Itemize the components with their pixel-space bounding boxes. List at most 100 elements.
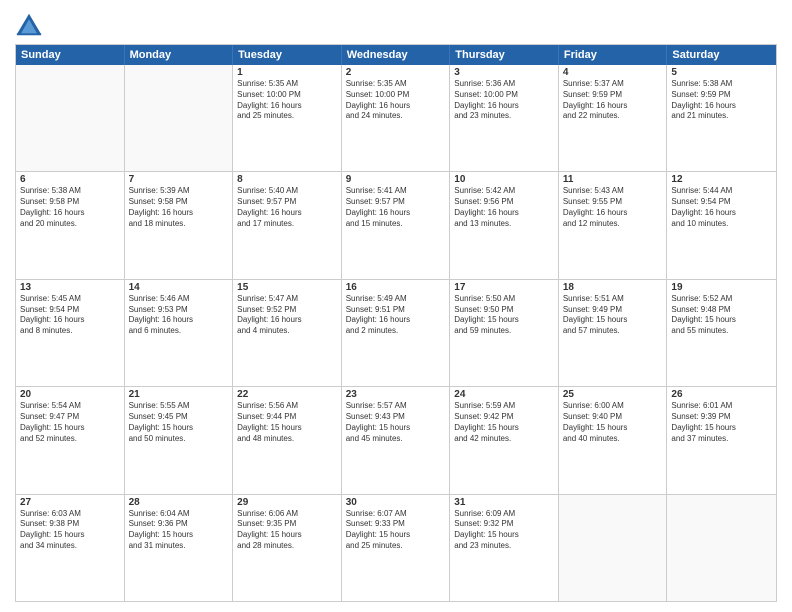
day-number: 16 bbox=[346, 282, 446, 293]
day-number: 5 bbox=[671, 67, 772, 78]
calendar-row: 20Sunrise: 5:54 AM Sunset: 9:47 PM Dayli… bbox=[16, 386, 776, 493]
calendar-cell: 19Sunrise: 5:52 AM Sunset: 9:48 PM Dayli… bbox=[667, 280, 776, 386]
calendar-cell: 22Sunrise: 5:56 AM Sunset: 9:44 PM Dayli… bbox=[233, 387, 342, 493]
calendar-cell: 26Sunrise: 6:01 AM Sunset: 9:39 PM Dayli… bbox=[667, 387, 776, 493]
calendar-row: 1Sunrise: 5:35 AM Sunset: 10:00 PM Dayli… bbox=[16, 65, 776, 171]
day-number: 3 bbox=[454, 67, 554, 78]
weekday-header: Wednesday bbox=[342, 45, 451, 65]
cell-content: Sunrise: 5:38 AM Sunset: 9:58 PM Dayligh… bbox=[20, 186, 120, 229]
calendar-cell: 7Sunrise: 5:39 AM Sunset: 9:58 PM Daylig… bbox=[125, 172, 234, 278]
cell-content: Sunrise: 5:45 AM Sunset: 9:54 PM Dayligh… bbox=[20, 294, 120, 337]
calendar-cell: 21Sunrise: 5:55 AM Sunset: 9:45 PM Dayli… bbox=[125, 387, 234, 493]
calendar-cell: 24Sunrise: 5:59 AM Sunset: 9:42 PM Dayli… bbox=[450, 387, 559, 493]
header bbox=[15, 10, 777, 38]
calendar: SundayMondayTuesdayWednesdayThursdayFrid… bbox=[15, 44, 777, 602]
weekday-header: Saturday bbox=[667, 45, 776, 65]
calendar-cell: 14Sunrise: 5:46 AM Sunset: 9:53 PM Dayli… bbox=[125, 280, 234, 386]
day-number: 30 bbox=[346, 497, 446, 508]
cell-content: Sunrise: 5:38 AM Sunset: 9:59 PM Dayligh… bbox=[671, 79, 772, 122]
calendar-cell: 6Sunrise: 5:38 AM Sunset: 9:58 PM Daylig… bbox=[16, 172, 125, 278]
calendar-cell: 15Sunrise: 5:47 AM Sunset: 9:52 PM Dayli… bbox=[233, 280, 342, 386]
cell-content: Sunrise: 5:56 AM Sunset: 9:44 PM Dayligh… bbox=[237, 401, 337, 444]
day-number: 12 bbox=[671, 174, 772, 185]
cell-content: Sunrise: 5:59 AM Sunset: 9:42 PM Dayligh… bbox=[454, 401, 554, 444]
day-number: 27 bbox=[20, 497, 120, 508]
calendar-cell: 20Sunrise: 5:54 AM Sunset: 9:47 PM Dayli… bbox=[16, 387, 125, 493]
cell-content: Sunrise: 6:04 AM Sunset: 9:36 PM Dayligh… bbox=[129, 509, 229, 552]
day-number: 2 bbox=[346, 67, 446, 78]
cell-content: Sunrise: 5:49 AM Sunset: 9:51 PM Dayligh… bbox=[346, 294, 446, 337]
day-number: 28 bbox=[129, 497, 229, 508]
cell-content: Sunrise: 6:00 AM Sunset: 9:40 PM Dayligh… bbox=[563, 401, 663, 444]
cell-content: Sunrise: 6:09 AM Sunset: 9:32 PM Dayligh… bbox=[454, 509, 554, 552]
calendar-cell bbox=[559, 495, 668, 601]
weekday-header: Friday bbox=[559, 45, 668, 65]
day-number: 26 bbox=[671, 389, 772, 400]
calendar-cell: 12Sunrise: 5:44 AM Sunset: 9:54 PM Dayli… bbox=[667, 172, 776, 278]
cell-content: Sunrise: 5:47 AM Sunset: 9:52 PM Dayligh… bbox=[237, 294, 337, 337]
day-number: 22 bbox=[237, 389, 337, 400]
cell-content: Sunrise: 5:41 AM Sunset: 9:57 PM Dayligh… bbox=[346, 186, 446, 229]
cell-content: Sunrise: 5:51 AM Sunset: 9:49 PM Dayligh… bbox=[563, 294, 663, 337]
day-number: 1 bbox=[237, 67, 337, 78]
day-number: 18 bbox=[563, 282, 663, 293]
calendar-cell: 17Sunrise: 5:50 AM Sunset: 9:50 PM Dayli… bbox=[450, 280, 559, 386]
calendar-cell: 27Sunrise: 6:03 AM Sunset: 9:38 PM Dayli… bbox=[16, 495, 125, 601]
weekday-header: Tuesday bbox=[233, 45, 342, 65]
cell-content: Sunrise: 5:35 AM Sunset: 10:00 PM Daylig… bbox=[237, 79, 337, 122]
day-number: 24 bbox=[454, 389, 554, 400]
day-number: 23 bbox=[346, 389, 446, 400]
day-number: 19 bbox=[671, 282, 772, 293]
calendar-cell: 30Sunrise: 6:07 AM Sunset: 9:33 PM Dayli… bbox=[342, 495, 451, 601]
calendar-cell: 10Sunrise: 5:42 AM Sunset: 9:56 PM Dayli… bbox=[450, 172, 559, 278]
cell-content: Sunrise: 5:42 AM Sunset: 9:56 PM Dayligh… bbox=[454, 186, 554, 229]
calendar-cell: 8Sunrise: 5:40 AM Sunset: 9:57 PM Daylig… bbox=[233, 172, 342, 278]
calendar-cell: 28Sunrise: 6:04 AM Sunset: 9:36 PM Dayli… bbox=[125, 495, 234, 601]
cell-content: Sunrise: 6:03 AM Sunset: 9:38 PM Dayligh… bbox=[20, 509, 120, 552]
day-number: 6 bbox=[20, 174, 120, 185]
cell-content: Sunrise: 5:36 AM Sunset: 10:00 PM Daylig… bbox=[454, 79, 554, 122]
calendar-cell: 23Sunrise: 5:57 AM Sunset: 9:43 PM Dayli… bbox=[342, 387, 451, 493]
logo bbox=[15, 10, 47, 38]
cell-content: Sunrise: 5:55 AM Sunset: 9:45 PM Dayligh… bbox=[129, 401, 229, 444]
calendar-cell: 2Sunrise: 5:35 AM Sunset: 10:00 PM Dayli… bbox=[342, 65, 451, 171]
day-number: 17 bbox=[454, 282, 554, 293]
calendar-row: 27Sunrise: 6:03 AM Sunset: 9:38 PM Dayli… bbox=[16, 494, 776, 601]
calendar-cell bbox=[16, 65, 125, 171]
cell-content: Sunrise: 6:07 AM Sunset: 9:33 PM Dayligh… bbox=[346, 509, 446, 552]
calendar-header: SundayMondayTuesdayWednesdayThursdayFrid… bbox=[16, 45, 776, 65]
day-number: 15 bbox=[237, 282, 337, 293]
cell-content: Sunrise: 5:37 AM Sunset: 9:59 PM Dayligh… bbox=[563, 79, 663, 122]
cell-content: Sunrise: 5:50 AM Sunset: 9:50 PM Dayligh… bbox=[454, 294, 554, 337]
day-number: 9 bbox=[346, 174, 446, 185]
calendar-cell: 5Sunrise: 5:38 AM Sunset: 9:59 PM Daylig… bbox=[667, 65, 776, 171]
cell-content: Sunrise: 5:43 AM Sunset: 9:55 PM Dayligh… bbox=[563, 186, 663, 229]
cell-content: Sunrise: 5:39 AM Sunset: 9:58 PM Dayligh… bbox=[129, 186, 229, 229]
calendar-row: 13Sunrise: 5:45 AM Sunset: 9:54 PM Dayli… bbox=[16, 279, 776, 386]
calendar-row: 6Sunrise: 5:38 AM Sunset: 9:58 PM Daylig… bbox=[16, 171, 776, 278]
logo-icon bbox=[15, 10, 43, 38]
calendar-body: 1Sunrise: 5:35 AM Sunset: 10:00 PM Dayli… bbox=[16, 65, 776, 601]
weekday-header: Thursday bbox=[450, 45, 559, 65]
cell-content: Sunrise: 5:35 AM Sunset: 10:00 PM Daylig… bbox=[346, 79, 446, 122]
day-number: 11 bbox=[563, 174, 663, 185]
calendar-cell: 18Sunrise: 5:51 AM Sunset: 9:49 PM Dayli… bbox=[559, 280, 668, 386]
calendar-cell bbox=[125, 65, 234, 171]
calendar-cell: 9Sunrise: 5:41 AM Sunset: 9:57 PM Daylig… bbox=[342, 172, 451, 278]
day-number: 13 bbox=[20, 282, 120, 293]
calendar-cell: 4Sunrise: 5:37 AM Sunset: 9:59 PM Daylig… bbox=[559, 65, 668, 171]
day-number: 29 bbox=[237, 497, 337, 508]
day-number: 31 bbox=[454, 497, 554, 508]
calendar-cell bbox=[667, 495, 776, 601]
calendar-cell: 25Sunrise: 6:00 AM Sunset: 9:40 PM Dayli… bbox=[559, 387, 668, 493]
page: SundayMondayTuesdayWednesdayThursdayFrid… bbox=[0, 0, 792, 612]
cell-content: Sunrise: 5:57 AM Sunset: 9:43 PM Dayligh… bbox=[346, 401, 446, 444]
calendar-cell: 13Sunrise: 5:45 AM Sunset: 9:54 PM Dayli… bbox=[16, 280, 125, 386]
day-number: 7 bbox=[129, 174, 229, 185]
cell-content: Sunrise: 5:40 AM Sunset: 9:57 PM Dayligh… bbox=[237, 186, 337, 229]
calendar-cell: 11Sunrise: 5:43 AM Sunset: 9:55 PM Dayli… bbox=[559, 172, 668, 278]
day-number: 4 bbox=[563, 67, 663, 78]
day-number: 20 bbox=[20, 389, 120, 400]
calendar-cell: 3Sunrise: 5:36 AM Sunset: 10:00 PM Dayli… bbox=[450, 65, 559, 171]
cell-content: Sunrise: 5:44 AM Sunset: 9:54 PM Dayligh… bbox=[671, 186, 772, 229]
